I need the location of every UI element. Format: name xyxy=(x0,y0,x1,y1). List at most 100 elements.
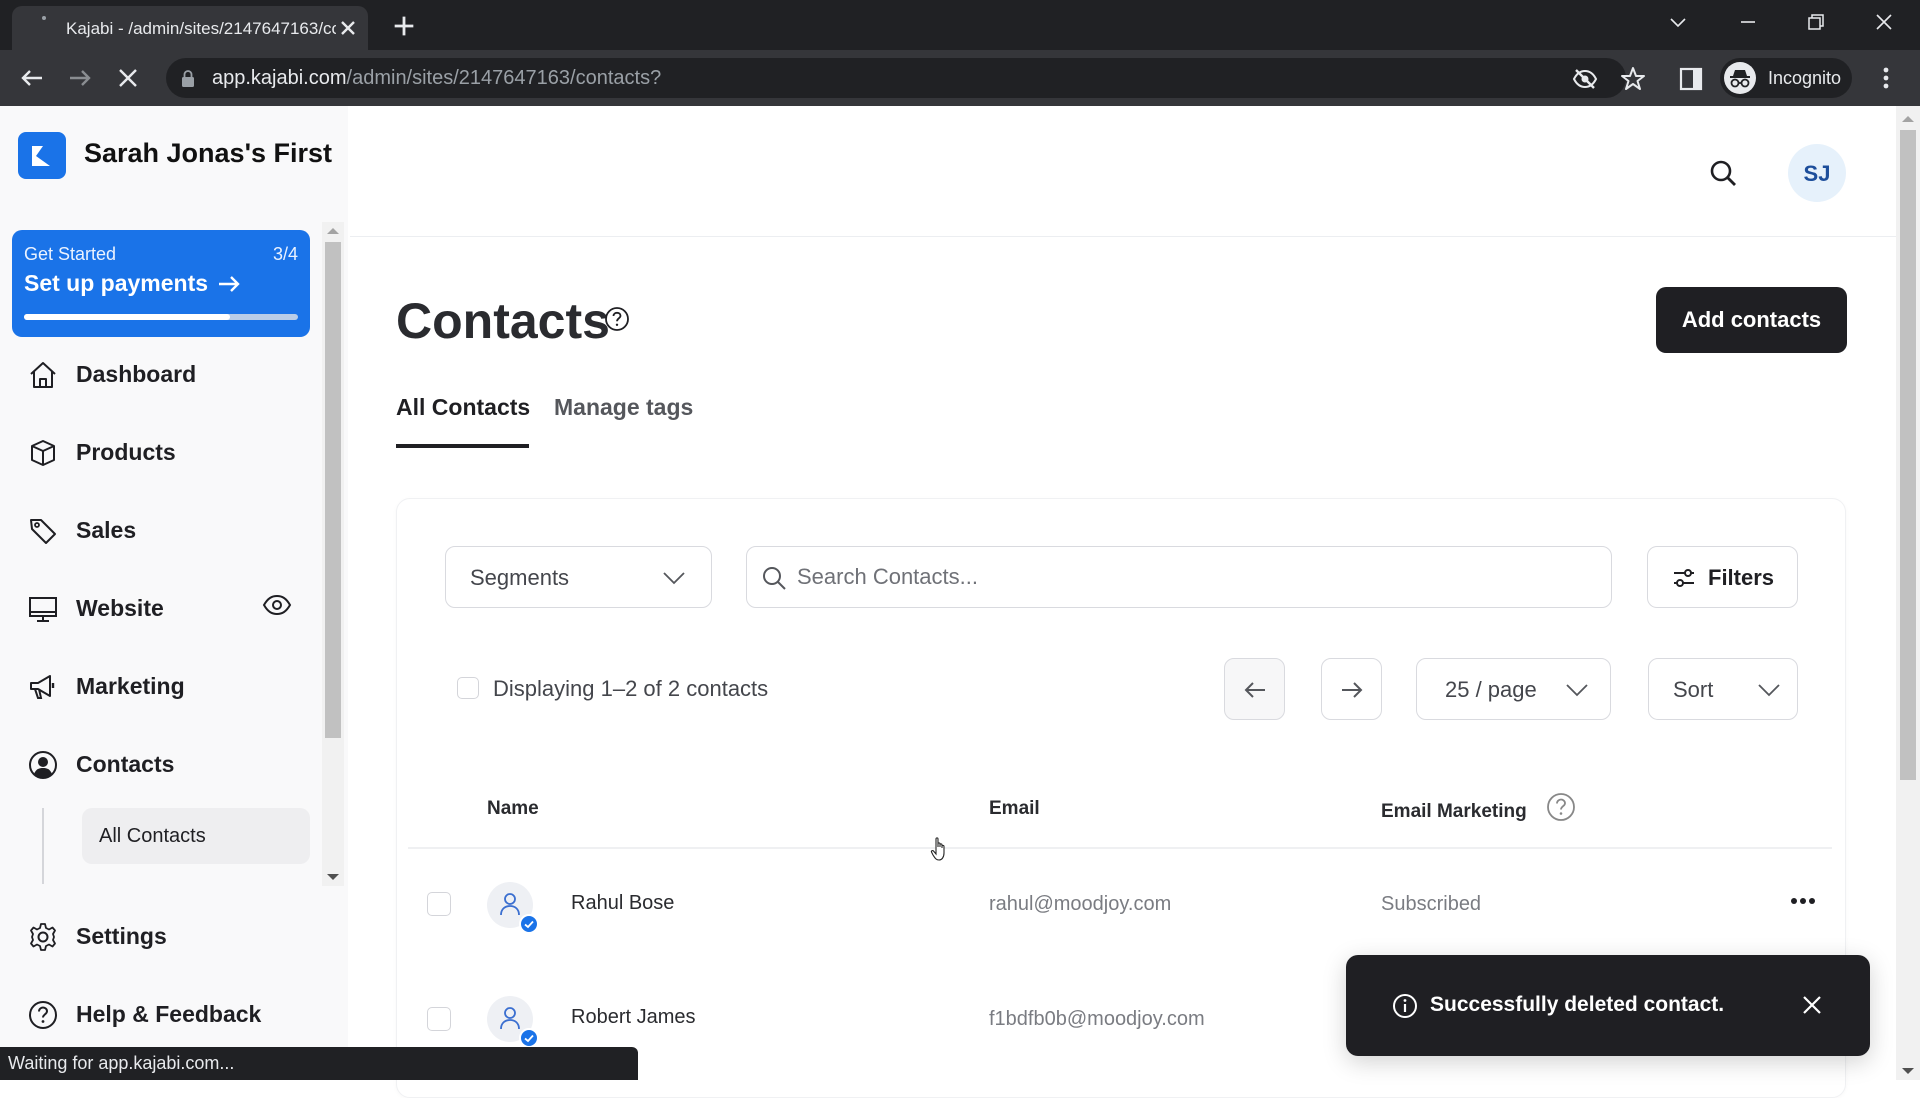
info-icon xyxy=(1392,993,1418,1019)
previous-page-button[interactable] xyxy=(1224,658,1285,720)
contact-avatar[interactable] xyxy=(487,882,539,934)
kajabi-logo-icon[interactable] xyxy=(18,132,66,179)
add-contacts-button[interactable]: Add contacts xyxy=(1656,287,1847,353)
sidebar-scroll-thumb[interactable] xyxy=(325,242,341,738)
row-more-actions-icon[interactable] xyxy=(1790,896,1816,906)
user-avatar[interactable]: SJ xyxy=(1788,144,1846,202)
forward-icon[interactable] xyxy=(64,62,96,94)
home-icon xyxy=(28,360,58,390)
sidebar-item-marketing[interactable]: Marketing xyxy=(28,662,318,710)
help-circle-icon[interactable] xyxy=(1546,792,1576,822)
sidebar-item-contacts[interactable]: Contacts xyxy=(28,740,318,788)
sidebar-item-label: Products xyxy=(76,439,176,465)
sidebar-item-dashboard[interactable]: Dashboard xyxy=(28,350,318,398)
toast-message: Successfully deleted contact. xyxy=(1430,993,1725,1016)
sidebar-item-products[interactable]: Products xyxy=(28,428,318,476)
next-page-button[interactable] xyxy=(1321,658,1382,720)
new-tab-icon[interactable] xyxy=(390,12,418,40)
window-close-icon[interactable] xyxy=(1866,8,1902,38)
restore-icon[interactable] xyxy=(1798,8,1834,38)
display-count-text: Displaying 1–2 of 2 contacts xyxy=(493,676,769,701)
scroll-up-arrow-icon[interactable] xyxy=(1902,116,1914,122)
column-header-email-marketing[interactable]: Email Marketing xyxy=(1381,801,1527,823)
column-header-name[interactable]: Name xyxy=(487,798,539,820)
sidebar-subitem-all-contacts[interactable]: All Contacts xyxy=(82,808,310,864)
help-circle-icon xyxy=(28,1000,58,1030)
lock-icon xyxy=(180,69,196,87)
url-path: /admin/sites/2147647163/contacts? xyxy=(346,67,662,89)
arrow-right-icon xyxy=(1340,679,1364,701)
sidebar-scrollbar[interactable] xyxy=(322,222,344,886)
get-started-label: Get Started xyxy=(24,244,117,264)
contact-name-link[interactable]: Robert James xyxy=(571,1006,696,1029)
tab-all-contacts[interactable]: All Contacts xyxy=(396,394,530,421)
stop-loading-icon[interactable] xyxy=(112,62,144,94)
sidebar-item-help[interactable]: Help & Feedback xyxy=(28,990,318,1038)
bookmark-star-icon[interactable] xyxy=(1620,66,1646,92)
get-started-progress-bar xyxy=(24,314,298,320)
verified-check-icon xyxy=(519,1028,539,1048)
segments-dropdown[interactable]: Segments xyxy=(445,546,712,608)
column-header-email[interactable]: Email xyxy=(989,798,1040,820)
get-started-card[interactable]: Get Started 3/4 Set up payments xyxy=(12,230,310,337)
back-icon[interactable] xyxy=(16,62,48,94)
box-icon xyxy=(28,438,58,468)
segments-label: Segments xyxy=(470,565,570,590)
preview-eye-icon[interactable] xyxy=(262,594,292,616)
status-text: Waiting for app.kajabi.com... xyxy=(8,1053,235,1073)
row-checkbox[interactable] xyxy=(427,892,451,916)
per-page-select[interactable]: 25 / page xyxy=(1416,658,1611,720)
verified-check-icon xyxy=(519,914,539,934)
sort-select[interactable]: Sort xyxy=(1648,658,1798,720)
chevron-down-icon xyxy=(662,571,686,585)
scroll-down-arrow-icon[interactable] xyxy=(327,874,339,880)
contact-avatar[interactable] xyxy=(487,996,539,1048)
get-started-progress-fill xyxy=(24,314,230,320)
side-panel-icon[interactable] xyxy=(1678,66,1704,92)
site-name[interactable]: Sarah Jonas's First xyxy=(84,138,332,169)
sidebar-item-label: Marketing xyxy=(76,673,185,699)
page-title: Contacts xyxy=(396,293,610,349)
select-all-checkbox[interactable] xyxy=(457,677,479,699)
incognito-icon xyxy=(1724,62,1756,94)
scroll-up-arrow-icon[interactable] xyxy=(327,228,339,234)
tab-title: Kajabi - /admin/sites/2147647163/contact… xyxy=(66,19,336,38)
toast-close-icon[interactable] xyxy=(1800,993,1824,1017)
page-scrollbar[interactable] xyxy=(1896,106,1920,1080)
sidebar-item-settings[interactable]: Settings xyxy=(28,912,318,960)
chevron-down-icon xyxy=(1565,683,1589,697)
browser-status-bubble: Waiting for app.kajabi.com... xyxy=(0,1047,638,1080)
search-contacts-input[interactable] xyxy=(797,557,1597,597)
tab-search-chevron-icon[interactable] xyxy=(1660,8,1696,38)
row-checkbox[interactable] xyxy=(427,1007,451,1031)
url-host: app.kajabi.com xyxy=(212,67,347,89)
incognito-profile-button[interactable]: Incognito xyxy=(1720,58,1852,98)
header-search-icon[interactable] xyxy=(1708,158,1738,188)
tracking-protection-eye-off-icon[interactable] xyxy=(1572,66,1598,92)
sidebar-item-label: Dashboard xyxy=(76,361,197,387)
active-tab-indicator xyxy=(396,444,529,448)
help-circle-icon[interactable] xyxy=(604,306,630,332)
contact-name-link[interactable]: Rahul Bose xyxy=(571,892,674,915)
table-header-divider xyxy=(408,847,1832,849)
minimize-icon[interactable] xyxy=(1730,8,1766,38)
arrow-left-icon xyxy=(1243,679,1267,701)
sidebar-item-sales[interactable]: Sales xyxy=(28,506,318,554)
filters-button[interactable]: Filters xyxy=(1647,546,1798,608)
monitor-icon xyxy=(28,594,58,624)
tab-manage-tags[interactable]: Manage tags xyxy=(554,394,693,421)
get-started-action: Set up payments xyxy=(24,270,209,296)
address-bar[interactable]: app.kajabi.com/admin/sites/2147647163/co… xyxy=(166,58,1626,98)
header-divider xyxy=(350,236,1896,237)
page-scroll-thumb[interactable] xyxy=(1900,130,1916,780)
search-contacts-field[interactable] xyxy=(746,546,1612,608)
sidebar-subitem-label: All Contacts xyxy=(99,825,206,847)
browser-tab[interactable]: Kajabi - /admin/sites/2147647163/contact… xyxy=(12,6,368,50)
scroll-down-arrow-icon[interactable] xyxy=(1902,1068,1914,1074)
chevron-down-icon xyxy=(1757,683,1781,697)
browser-menu-icon[interactable] xyxy=(1872,64,1900,92)
get-started-count: 3/4 xyxy=(272,244,298,264)
tag-icon xyxy=(28,516,58,546)
gear-icon xyxy=(28,922,58,952)
tab-close-icon[interactable] xyxy=(336,16,360,40)
